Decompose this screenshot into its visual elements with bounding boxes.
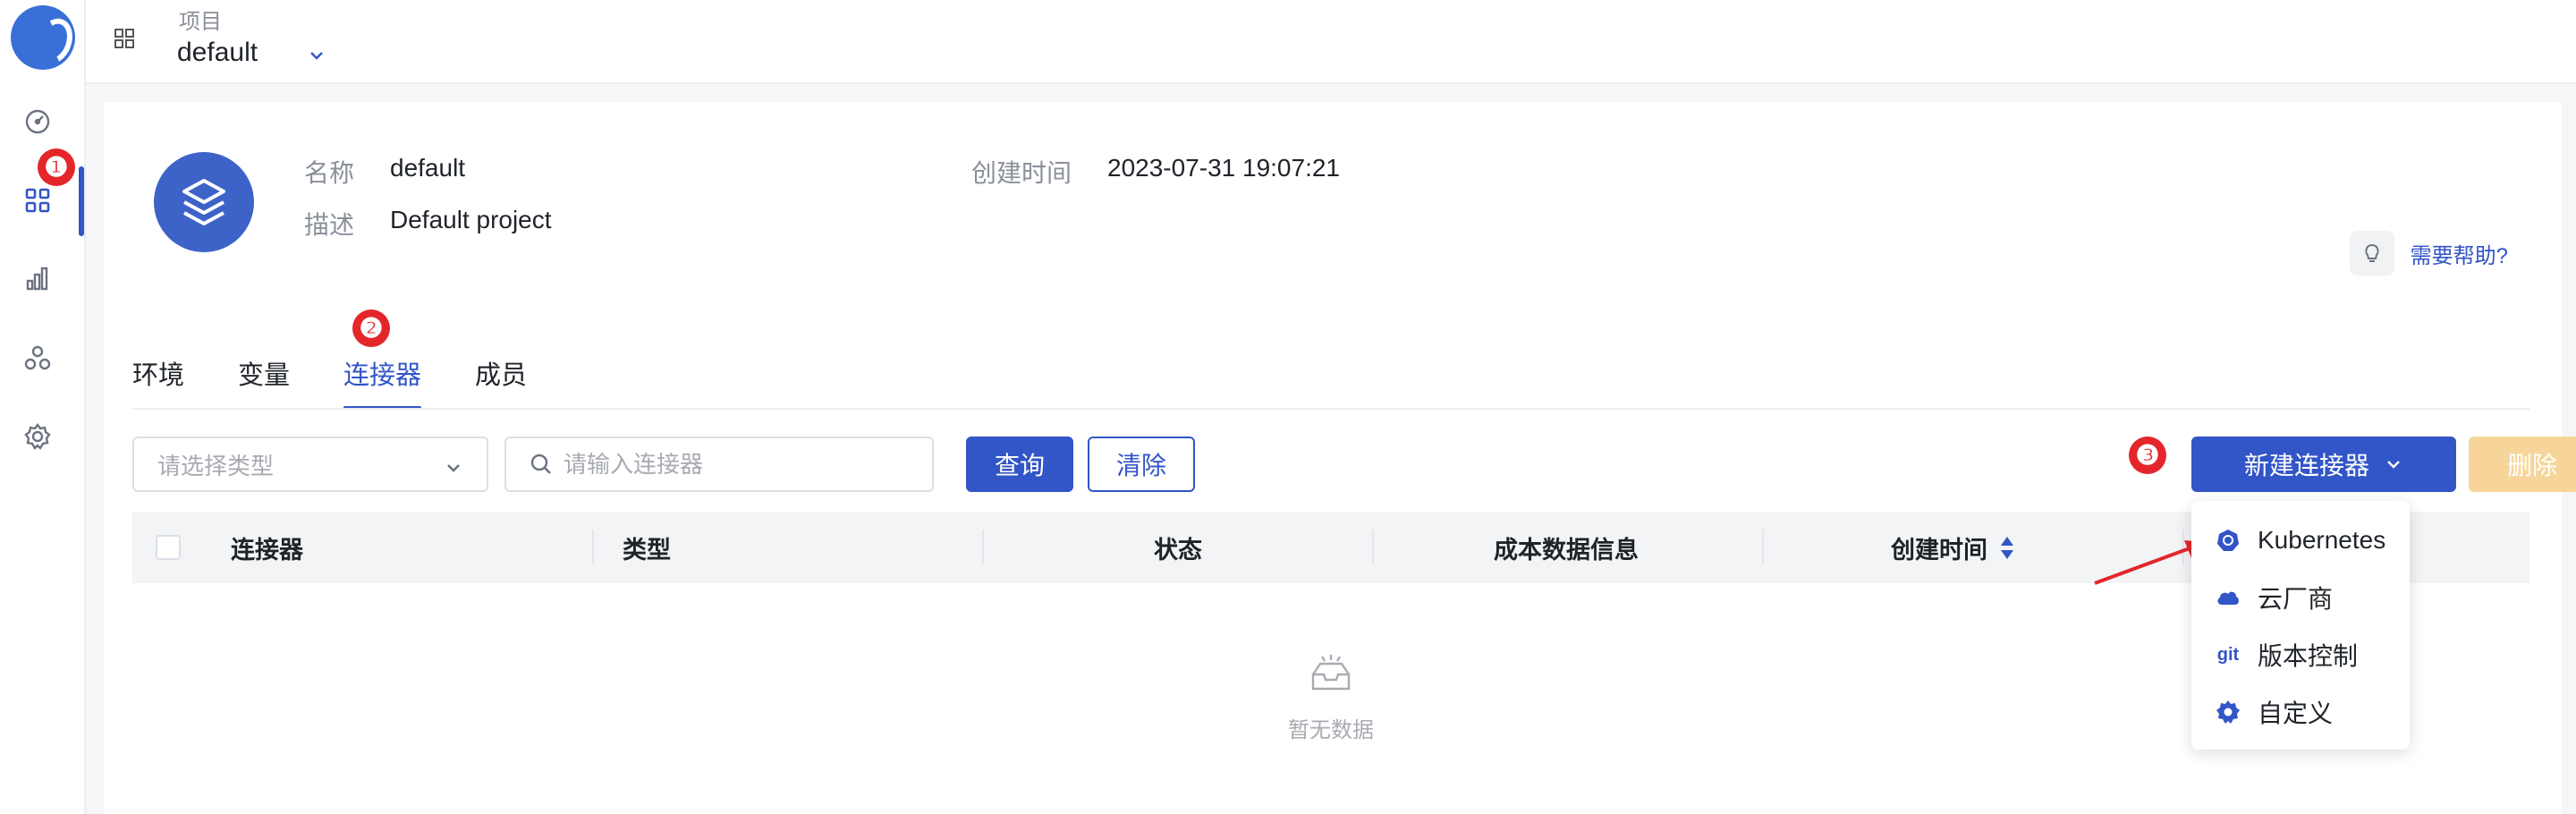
cloud-icon xyxy=(2215,584,2241,611)
menu-item-version-control[interactable]: git 版本控制 xyxy=(2215,637,2358,673)
tab-members[interactable]: 成员 xyxy=(475,354,527,410)
menu-item-label: 版本控制 xyxy=(2258,642,2359,670)
layers-icon xyxy=(182,179,225,225)
created-value: 2023-07-31 19:07:21 xyxy=(1107,154,1340,182)
menu-item-custom[interactable]: 自定义 xyxy=(2215,694,2333,730)
created-label: 创建时间 xyxy=(971,159,1072,187)
project-info-card: 名称 default 描述 Default project 创建时间 2023-… xyxy=(104,102,2562,301)
new-connector-dropdown: Kubernetes 云厂商 git 版本控制 自定义 xyxy=(2191,501,2410,750)
git-icon: git xyxy=(2216,644,2240,665)
clear-button[interactable]: 清除 xyxy=(1088,437,1195,492)
project-avatar xyxy=(154,152,254,252)
chart-icon[interactable] xyxy=(20,261,55,297)
help-link[interactable]: 需要帮助? xyxy=(2349,231,2508,276)
sidebar-active-indicator xyxy=(79,166,84,236)
column-created-time[interactable]: 创建时间 xyxy=(1891,512,2014,583)
chevron-down-icon xyxy=(444,456,463,484)
menu-item-label: 自定义 xyxy=(2258,700,2334,727)
type-select[interactable]: 请选择类型 xyxy=(132,437,488,492)
name-label: 名称 xyxy=(304,159,355,187)
tab-connectors[interactable]: 连接器 xyxy=(343,354,422,410)
description-label: 描述 xyxy=(304,211,355,239)
project-selector-label: 项目 xyxy=(179,10,222,34)
connector-search xyxy=(504,437,934,492)
sort-icon[interactable] xyxy=(2000,536,2014,560)
type-select-placeholder: 请选择类型 xyxy=(157,452,275,479)
new-connector-label: 新建连接器 xyxy=(2243,452,2369,479)
kubernetes-icon xyxy=(2215,527,2241,554)
empty-inbox-icon xyxy=(1309,653,1352,697)
lightbulb-icon[interactable] xyxy=(2349,231,2394,276)
select-all-checkbox[interactable] xyxy=(156,535,181,560)
column-divider xyxy=(1762,530,1764,565)
delete-button[interactable]: 删除 xyxy=(2469,437,2576,492)
tabs-divider xyxy=(132,408,2529,410)
chevron-down-icon[interactable] xyxy=(306,45,327,66)
tab-variables[interactable]: 变量 xyxy=(238,354,290,410)
annotation-marker-3: ❸ xyxy=(2129,437,2166,474)
search-input[interactable] xyxy=(564,450,903,479)
column-divider xyxy=(982,530,984,565)
tab-environments[interactable]: 环境 xyxy=(132,354,184,410)
column-created-time-label: 创建时间 xyxy=(1891,536,1987,564)
search-icon xyxy=(530,453,553,476)
annotation-marker-2: ❷ xyxy=(352,309,390,347)
menu-item-cloud-provider[interactable]: 云厂商 xyxy=(2215,580,2333,615)
column-divider xyxy=(1372,530,1374,565)
column-status[interactable]: 状态 xyxy=(1154,512,1202,583)
dashboard-icon[interactable] xyxy=(20,104,55,140)
project-selector[interactable]: default xyxy=(177,38,258,68)
app-logo[interactable] xyxy=(11,5,75,70)
empty-state-text: 暂无数据 xyxy=(1288,718,1374,742)
apps-grid-icon[interactable] xyxy=(113,27,136,50)
tab-bar: 环境 变量 连接器 成员 xyxy=(132,354,580,410)
menu-item-kubernetes[interactable]: Kubernetes xyxy=(2215,522,2385,558)
description-value: Default project xyxy=(390,206,552,233)
top-header: 项目 default xyxy=(86,0,2576,84)
query-button[interactable]: 查询 xyxy=(966,437,1073,492)
cluster-icon[interactable] xyxy=(20,340,55,376)
projects-icon[interactable] xyxy=(20,182,55,218)
column-connector[interactable]: 连接器 xyxy=(231,512,303,583)
column-divider xyxy=(592,530,594,565)
settings-icon[interactable] xyxy=(20,419,55,454)
sidebar: ❶ xyxy=(0,0,86,814)
annotation-marker-1: ❶ xyxy=(38,148,75,186)
gear-icon xyxy=(2215,699,2241,725)
name-value: default xyxy=(390,154,466,182)
menu-item-label: 云厂商 xyxy=(2258,585,2334,613)
column-type[interactable]: 类型 xyxy=(623,512,671,583)
help-text[interactable]: 需要帮助? xyxy=(2411,238,2508,269)
chevron-down-icon xyxy=(2384,454,2403,474)
new-connector-button[interactable]: 新建连接器 xyxy=(2191,437,2456,492)
column-cost-info[interactable]: 成本数据信息 xyxy=(1494,512,1639,583)
menu-item-label: Kubernetes xyxy=(2258,526,2386,554)
